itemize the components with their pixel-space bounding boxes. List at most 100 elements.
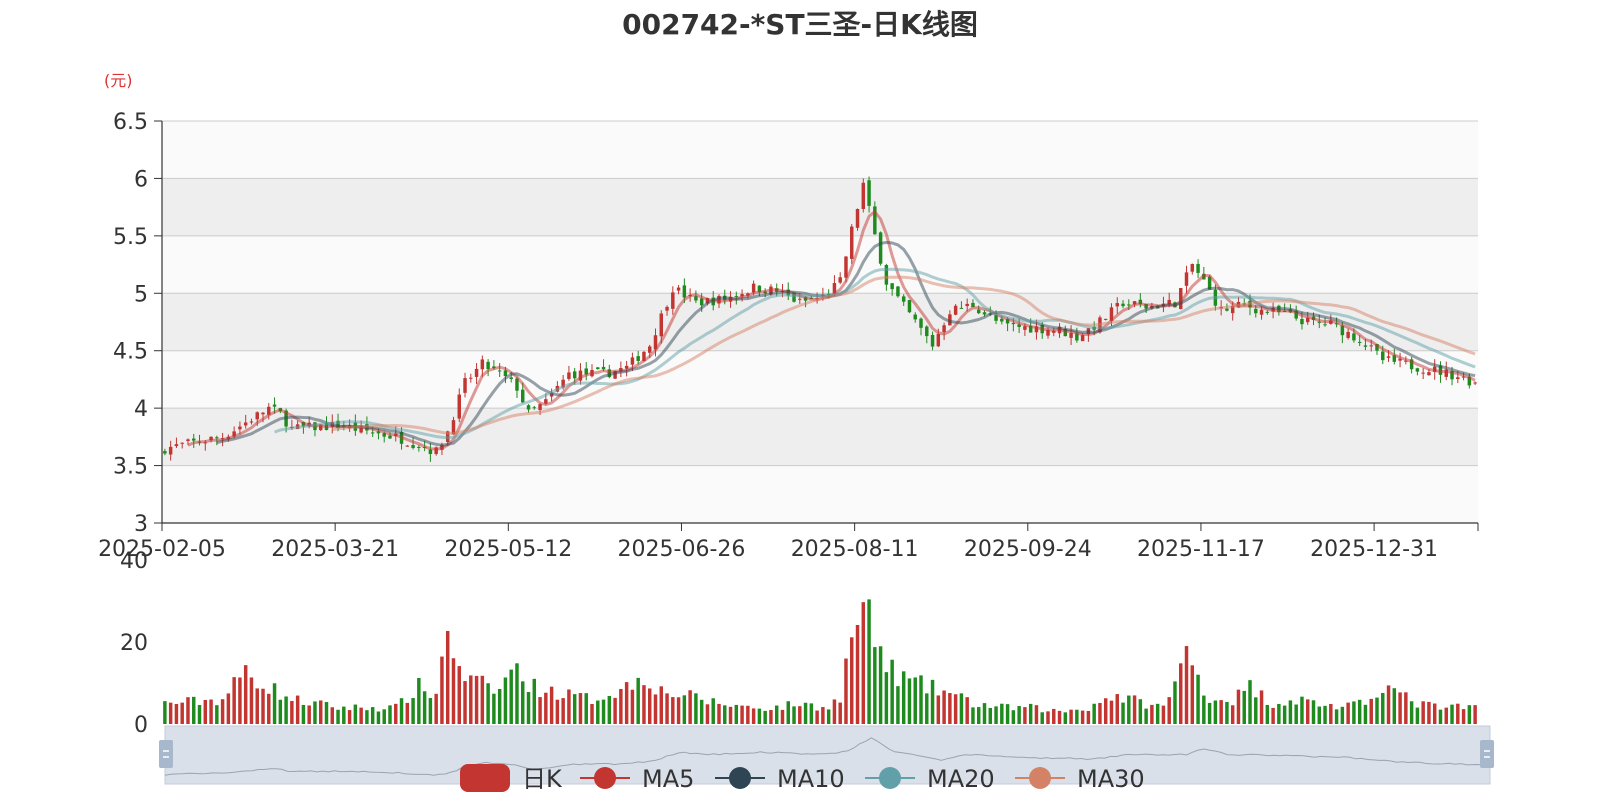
volume-bar <box>544 692 548 724</box>
volume-bar <box>1236 689 1241 724</box>
volume-bar <box>965 697 969 724</box>
volume-bar <box>342 706 346 724</box>
volume-bar <box>515 663 519 724</box>
volume-bar <box>1098 702 1102 724</box>
candle-body <box>925 326 929 337</box>
volume-bar <box>792 706 796 724</box>
volume-bar <box>1092 703 1096 724</box>
volume-bar <box>261 688 265 724</box>
candle-body <box>370 432 375 434</box>
volume-bar <box>798 706 802 724</box>
candle-body <box>636 356 640 361</box>
volume-bar <box>1121 702 1125 724</box>
volume-bar <box>1213 700 1218 724</box>
candle-body <box>901 296 906 302</box>
volume-bar <box>215 705 219 724</box>
candle-body <box>497 370 502 372</box>
date-tick-label: 2025-06-26 <box>618 537 746 562</box>
volume-bar <box>1369 698 1373 724</box>
volume-axis: 0 20 40 <box>120 549 148 738</box>
candle-body <box>798 298 802 300</box>
volume-bar <box>509 669 513 724</box>
volume-bar <box>976 707 981 724</box>
volume-bar <box>913 677 917 724</box>
volume-bar <box>746 705 750 724</box>
candle-body <box>243 422 248 426</box>
volume-bar <box>267 693 271 724</box>
candle-body <box>457 394 461 419</box>
date-tick-label: 2025-02-05 <box>98 537 226 562</box>
volume-bar <box>1179 663 1183 724</box>
candle-body <box>596 367 600 370</box>
volume-bar <box>295 695 300 724</box>
volume-bar <box>786 701 790 724</box>
volume-bar <box>1173 681 1177 724</box>
volume-bar <box>1444 707 1448 724</box>
price-tick-label: 5.5 <box>113 225 148 250</box>
candle-body <box>965 303 969 307</box>
volume-bar <box>769 710 773 724</box>
candle-body <box>1127 304 1131 306</box>
volume-bar <box>1132 695 1137 724</box>
volume-bar <box>1144 708 1148 724</box>
volume-bar <box>1294 704 1298 724</box>
volume-bar <box>226 693 231 724</box>
volume-bar <box>959 693 964 724</box>
legend-symbol-candle <box>460 764 510 792</box>
volume-bar <box>717 703 721 724</box>
volume-bar <box>907 678 912 724</box>
volume-bar <box>1080 710 1085 724</box>
volume-bar <box>492 693 496 724</box>
volume-bar <box>942 690 946 724</box>
zoom-handle-right[interactable] <box>1480 740 1494 768</box>
volume-bar <box>994 706 998 724</box>
volume-bar <box>1075 709 1079 724</box>
volume-bar-series <box>163 599 1477 724</box>
volume-bar <box>590 704 594 724</box>
volume-bar <box>451 658 456 724</box>
volume-bar <box>1404 692 1408 724</box>
candle-body <box>1196 263 1200 273</box>
candle-body <box>1080 335 1085 342</box>
volume-bar <box>376 711 381 724</box>
volume-bar <box>809 703 814 724</box>
volume-bar <box>1432 703 1437 724</box>
zoom-handle-left[interactable] <box>159 740 173 768</box>
candle-body <box>261 412 265 415</box>
volume-bar <box>1138 699 1143 724</box>
volume-bar <box>653 694 658 724</box>
volume-bar <box>521 681 525 724</box>
candle-body <box>676 287 681 291</box>
volume-bar <box>445 631 450 724</box>
volume-bar <box>1265 704 1270 724</box>
candle-body <box>734 296 739 298</box>
candle-body <box>168 446 173 455</box>
candle-body <box>1184 272 1189 286</box>
volume-bar <box>601 699 606 724</box>
volume-bar <box>971 707 975 724</box>
volume-bar <box>1300 696 1304 724</box>
volume-bar <box>988 707 993 724</box>
volume-bar <box>486 683 490 724</box>
volume-bar <box>1456 703 1460 724</box>
candle-body <box>1225 308 1229 311</box>
volume-bar <box>272 683 277 724</box>
volume-bar <box>561 698 565 724</box>
candle-body <box>1190 264 1195 272</box>
volume-bar <box>982 703 987 724</box>
volume-bar <box>405 702 410 724</box>
candle-body <box>163 451 167 454</box>
candle-body <box>1369 345 1373 347</box>
volume-bar <box>382 709 386 724</box>
volume-bar <box>671 697 675 724</box>
legend-label-日k: 日K <box>522 765 563 793</box>
volume-bar <box>347 710 352 724</box>
candle-body <box>1011 323 1016 325</box>
price-band <box>162 178 1478 236</box>
candle-body <box>215 437 219 439</box>
volume-bar <box>278 699 283 724</box>
candle-body <box>601 366 606 370</box>
volume-bar <box>740 705 744 724</box>
volume-bar <box>630 689 635 724</box>
volume-bar <box>174 704 179 724</box>
